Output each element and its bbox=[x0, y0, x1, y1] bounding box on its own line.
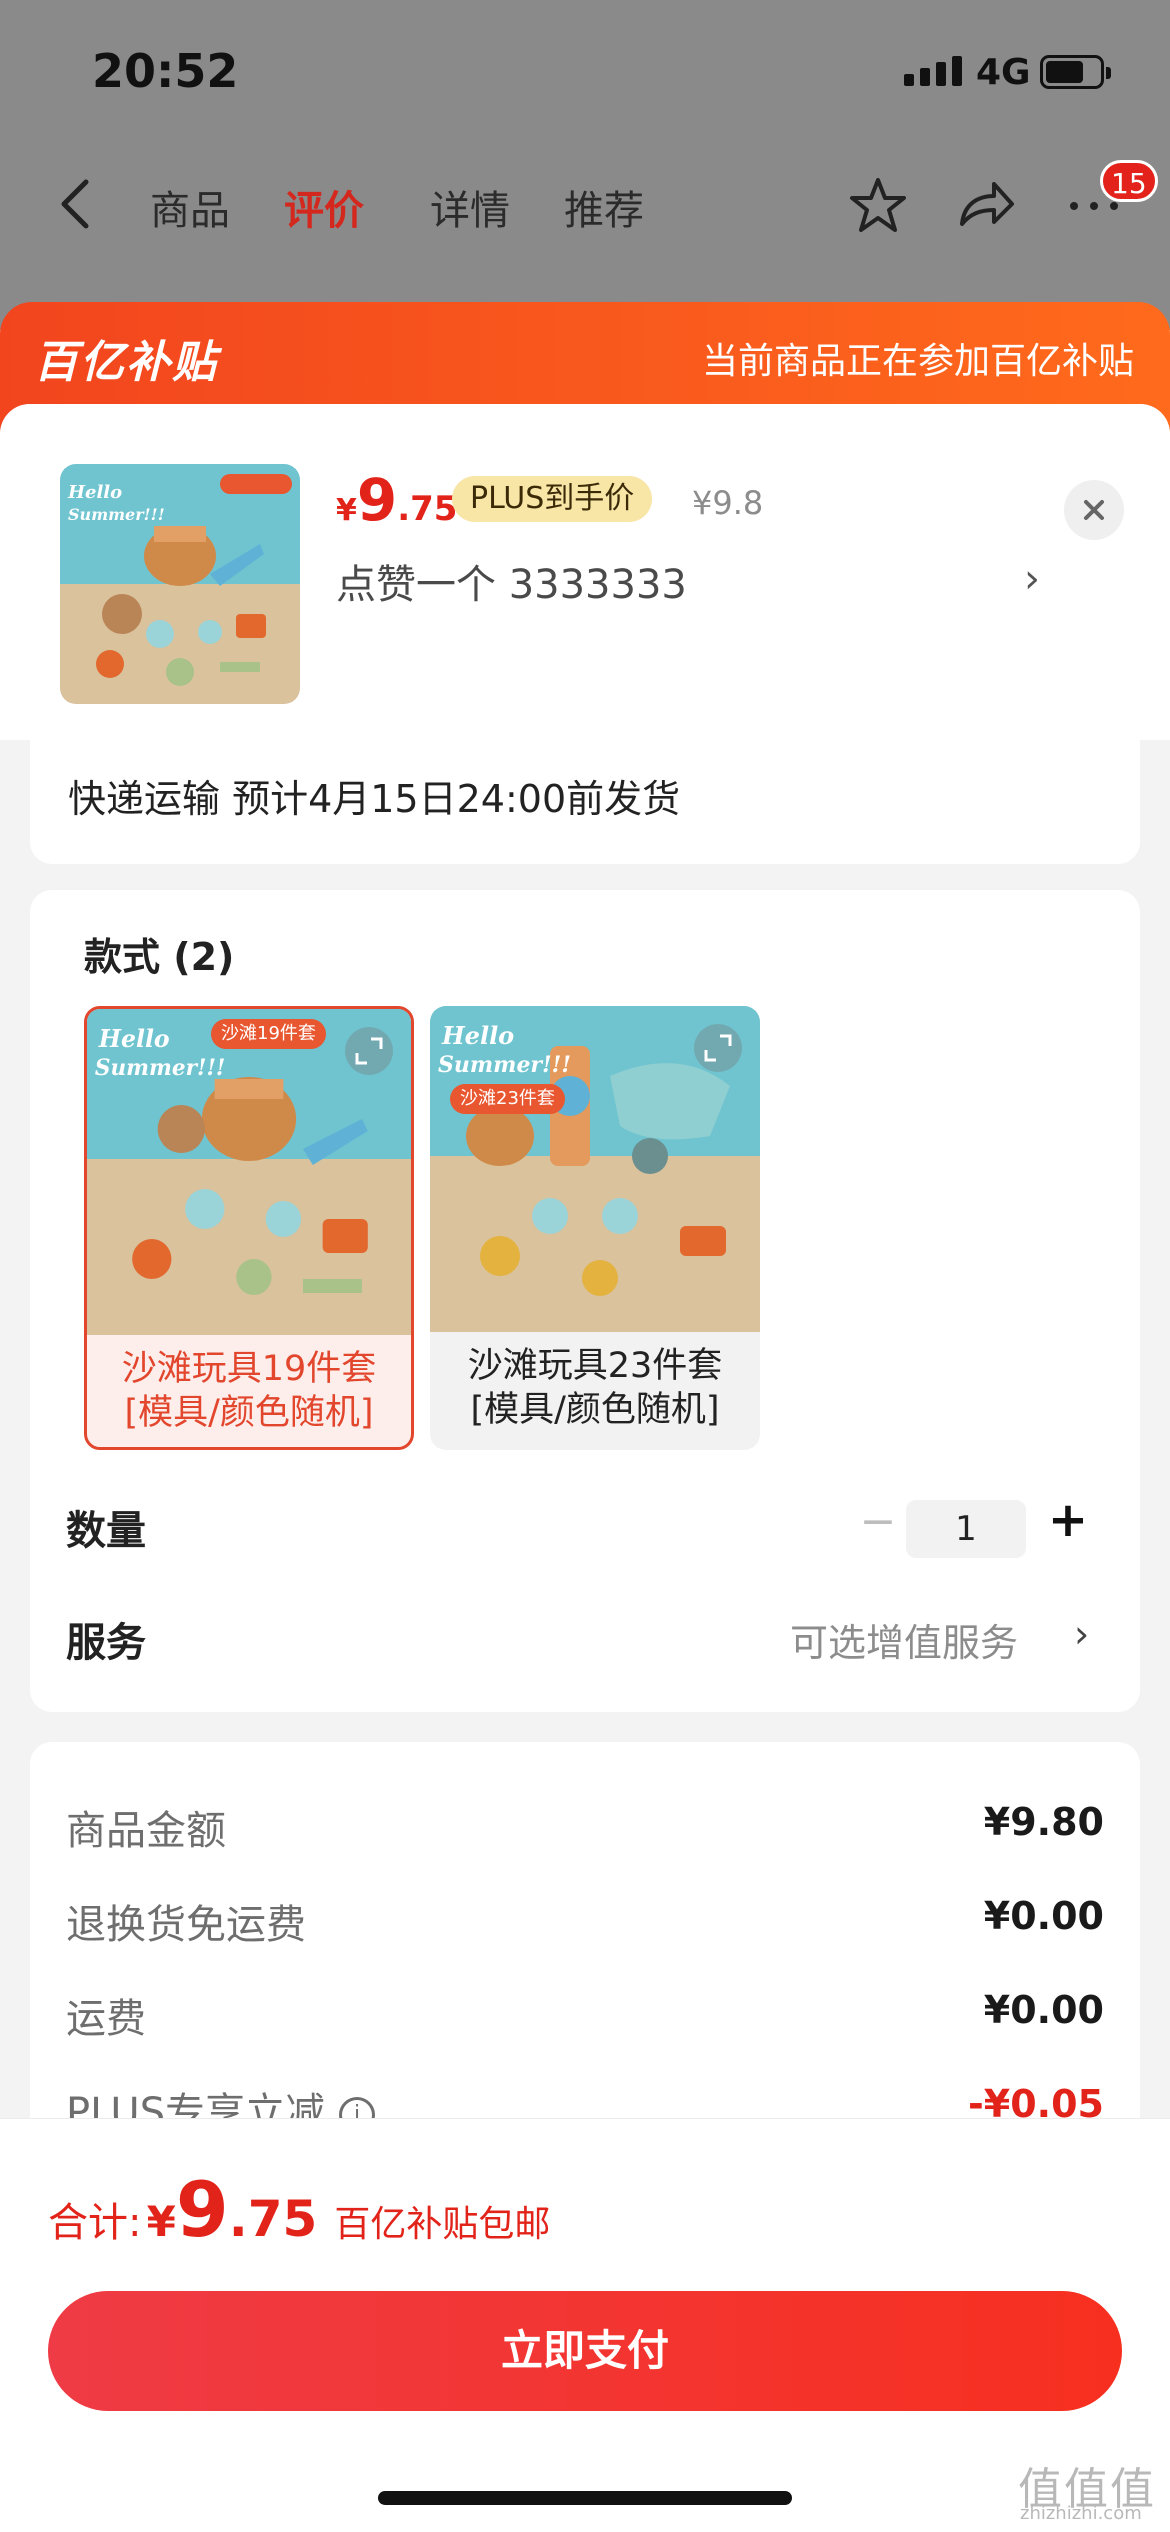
fee-row: 运费 ¥0.00 bbox=[66, 1986, 1104, 2046]
home-indicator[interactable] bbox=[378, 2491, 792, 2505]
chevron-right-icon[interactable]: › bbox=[1024, 556, 1040, 602]
variant-23-piece[interactable]: Hello Summer!!! 沙滩23件套 沙滩玩具23件套 [模具/颜色随机… bbox=[430, 1006, 760, 1450]
order-note[interactable]: 点赞一个 3333333 bbox=[336, 552, 687, 610]
cart-badge: 15 bbox=[1100, 160, 1158, 202]
plus-price-tag: PLUS到手价 bbox=[452, 476, 653, 522]
checkout-footer: 合计: ¥9.75 百亿补贴包邮 立即支付 值值值 zhizhizhi.com bbox=[0, 2118, 1170, 2532]
subsidy-note: 当前商品正在参加百亿补贴 bbox=[701, 341, 1134, 382]
original-price: ¥9.8 bbox=[692, 484, 764, 522]
svg-text:Hello: Hello bbox=[67, 482, 122, 503]
quantity-plus-button[interactable]: + bbox=[1040, 1492, 1096, 1548]
variant-image-tag: 沙滩23件套 bbox=[450, 1084, 565, 1114]
product-thumbnail[interactable]: Hello Summer!!! bbox=[60, 464, 300, 704]
subsidy-logo: 百亿补贴 bbox=[34, 337, 218, 388]
variant-label: 沙滩玩具19件套 [模具/颜色随机] bbox=[121, 1349, 377, 1433]
tab-product[interactable]: 商品 bbox=[150, 178, 230, 236]
pay-now-button[interactable]: 立即支付 bbox=[48, 2291, 1122, 2411]
svg-text:Hello: Hello bbox=[98, 1025, 170, 1053]
fee-row: 商品金额 ¥9.80 bbox=[66, 1798, 1104, 1858]
service-chevron-icon[interactable]: › bbox=[1074, 1612, 1089, 1656]
quantity-label: 数量 bbox=[66, 1508, 146, 1554]
watermark-url: zhizhizhi.com bbox=[1020, 2503, 1142, 2524]
background-page: 20:52 4G 商品 评价 详情 推荐 15 bbox=[0, 0, 1170, 330]
svg-text:Hello: Hello bbox=[441, 1021, 514, 1050]
tab-reviews[interactable]: 评价 bbox=[284, 178, 364, 236]
svg-text:Summer!!!: Summer!!! bbox=[438, 1052, 571, 1078]
share-icon[interactable] bbox=[954, 174, 1018, 238]
fee-label: 运费 bbox=[66, 1996, 146, 2042]
quantity-input[interactable]: 1 bbox=[906, 1500, 1026, 1558]
options-card: 款式 (2) Hello Summer!!! 沙滩19件套 沙滩玩具19件套 [… bbox=[30, 890, 1140, 1712]
network-label: 4G bbox=[976, 52, 1031, 93]
star-icon[interactable] bbox=[846, 174, 910, 238]
top-nav: 商品 评价 详情 推荐 bbox=[0, 160, 1170, 250]
product-price: ¥9.75 bbox=[336, 466, 458, 534]
shipping-card: 快递运输 预计4月15日24:00前发货 bbox=[30, 740, 1140, 864]
fee-value: ¥0.00 bbox=[983, 1988, 1104, 2032]
battery-icon bbox=[1040, 55, 1111, 89]
total-tag: 百亿补贴包邮 bbox=[334, 2204, 551, 2245]
fee-row: 退换货免运费 ¥0.00 bbox=[66, 1892, 1104, 1952]
options-title: 款式 (2) bbox=[84, 935, 235, 979]
variant-19-piece[interactable]: Hello Summer!!! 沙滩19件套 沙滩玩具19件套 [模具/颜色随机… bbox=[84, 1006, 414, 1450]
quantity-minus-button[interactable]: − bbox=[850, 1494, 906, 1550]
fees-card: 商品金额 ¥9.80 退换货免运费 ¥0.00 运费 ¥0.00 PLUS专享立… bbox=[30, 1742, 1140, 2162]
shipping-text: 快递运输 预计4月15日24:00前发货 bbox=[68, 777, 681, 821]
back-icon[interactable] bbox=[56, 174, 96, 234]
status-bar: 20:52 4G bbox=[0, 0, 1170, 150]
status-time: 20:52 bbox=[92, 44, 239, 98]
variant-label: 沙滩玩具23件套 [模具/颜色随机] bbox=[467, 1346, 723, 1430]
variant-image-tag: 沙滩19件套 bbox=[211, 1019, 326, 1049]
signal-icon bbox=[904, 56, 962, 86]
expand-icon[interactable] bbox=[345, 1027, 393, 1075]
expand-icon[interactable] bbox=[694, 1024, 742, 1072]
svg-text:Summer!!!: Summer!!! bbox=[68, 505, 165, 524]
svg-text:Summer!!!: Summer!!! bbox=[95, 1056, 226, 1081]
close-icon[interactable] bbox=[1064, 480, 1124, 540]
service-label: 服务 bbox=[66, 1620, 146, 1666]
fee-value: ¥0.00 bbox=[983, 1894, 1104, 1938]
total-amount: 合计: ¥9.75 百亿补贴包邮 bbox=[48, 2165, 551, 2254]
fee-label: 商品金额 bbox=[66, 1808, 226, 1854]
product-header: Hello Summer!!! ¥9.75 PLUS到手价 ¥9.8 点赞一个 … bbox=[0, 404, 1170, 740]
service-value[interactable]: 可选增值服务 bbox=[790, 1612, 1018, 1667]
fee-value: ¥9.80 bbox=[983, 1800, 1104, 1844]
tab-recommend[interactable]: 推荐 bbox=[564, 178, 644, 236]
tab-details[interactable]: 详情 bbox=[430, 178, 510, 236]
fee-label: 退换货免运费 bbox=[66, 1902, 306, 1948]
